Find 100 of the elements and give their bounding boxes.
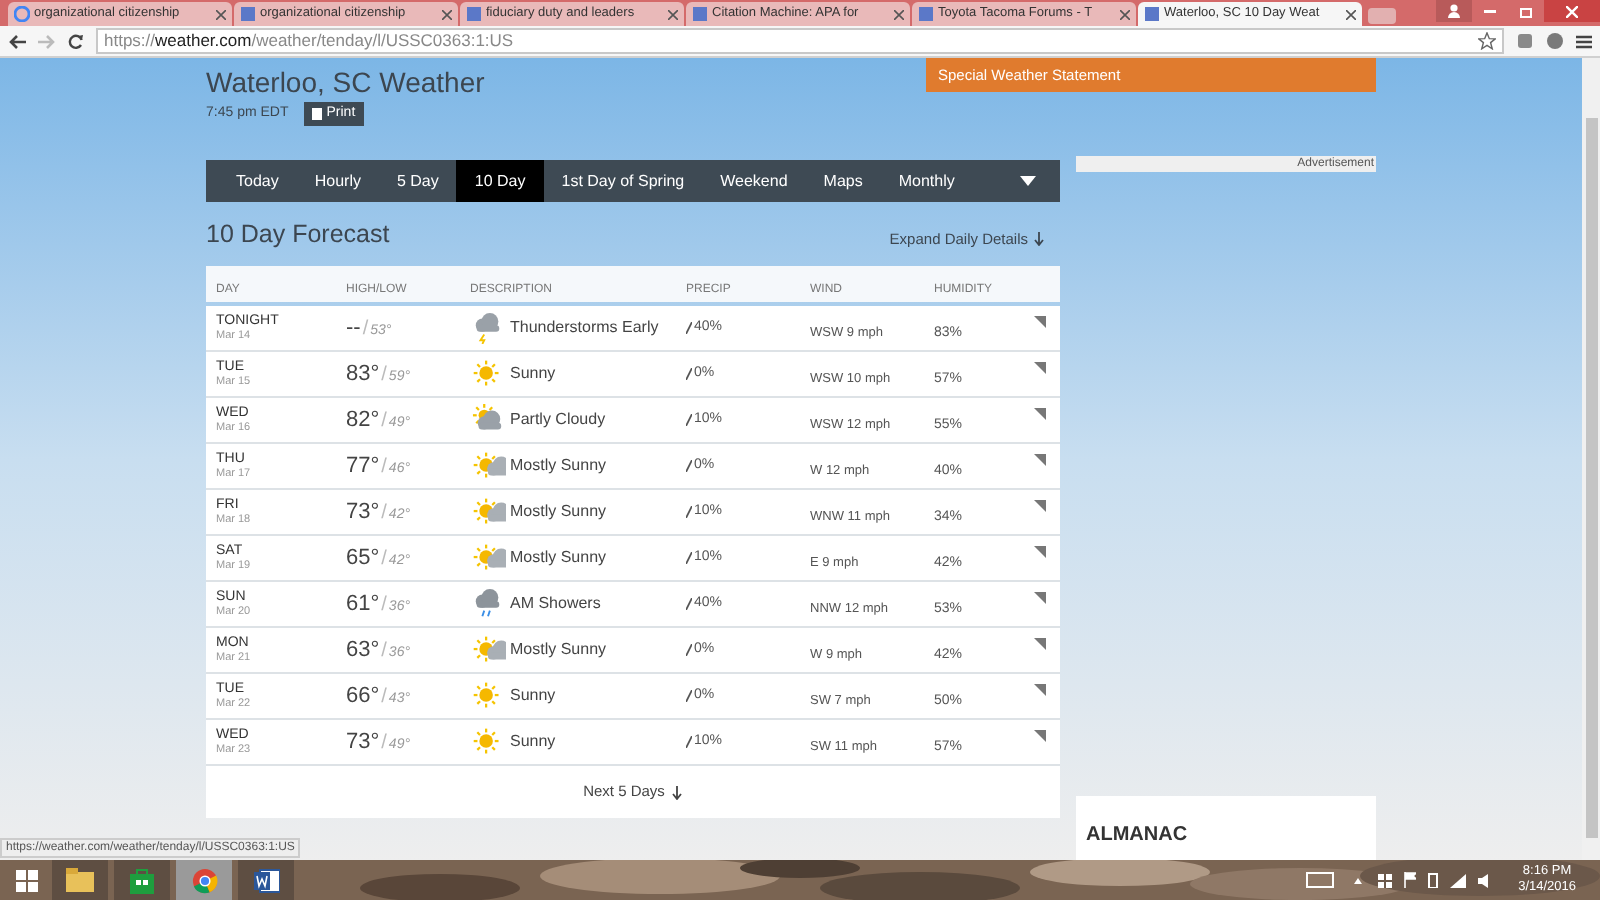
- user-button[interactable]: [1436, 0, 1472, 22]
- description: Mostly Sunny: [510, 454, 607, 478]
- nav-tab[interactable]: 10 Day: [456, 160, 544, 202]
- nav-tab[interactable]: Monthly: [880, 160, 973, 202]
- expand-icon[interactable]: [1034, 546, 1046, 558]
- nav-tab[interactable]: 1st Day of Spring: [543, 160, 703, 202]
- temp-separator: /: [381, 453, 387, 482]
- raindrop-icon: [686, 460, 692, 472]
- high-temp: 82°: [346, 405, 380, 436]
- star-icon[interactable]: [1478, 32, 1496, 50]
- close-icon[interactable]: [1346, 9, 1356, 19]
- section-title: 10 Day Forecast: [206, 218, 390, 250]
- close-icon[interactable]: [894, 9, 904, 19]
- raindrop-icon: [686, 598, 692, 610]
- taskbar-app[interactable]: [114, 860, 170, 900]
- person-icon: [1448, 4, 1460, 18]
- expand-icon[interactable]: [1034, 408, 1046, 420]
- close-icon[interactable]: [668, 9, 678, 19]
- temp-separator: /: [381, 729, 387, 758]
- nav-tab[interactable]: Today: [218, 160, 297, 202]
- reload-icon[interactable]: [68, 33, 84, 49]
- card-title: ALMANAC: [1086, 824, 1188, 846]
- close-icon[interactable]: [1120, 9, 1130, 19]
- dropdown-icon[interactable]: [1020, 176, 1036, 186]
- document-icon: [253, 867, 279, 893]
- page-icon: [240, 6, 256, 22]
- taskbar-app[interactable]: [238, 860, 294, 900]
- expand-icon[interactable]: [1034, 500, 1046, 512]
- url-text: https://weather.com/weather/tenday/l/USSC0363:1:US: [104, 32, 514, 50]
- description: Mostly Sunny: [510, 638, 607, 662]
- high-temp: 73°: [346, 497, 380, 528]
- bag-icon: [130, 867, 154, 893]
- taskbar-app[interactable]: [52, 860, 108, 900]
- minimize-icon: [1484, 9, 1496, 13]
- menu-icon[interactable]: [1576, 33, 1592, 49]
- close-icon[interactable]: [216, 9, 226, 19]
- description: Thunderstorms Early: [510, 316, 659, 340]
- temp-separator: /: [381, 407, 387, 436]
- expand-icon[interactable]: [1034, 730, 1046, 742]
- expand-icon[interactable]: [1034, 638, 1046, 650]
- page-icon: [918, 6, 934, 22]
- description: Sunny: [510, 730, 556, 754]
- temp-separator: /: [381, 545, 387, 574]
- close-icon: [1566, 5, 1578, 17]
- raindrop-icon: [686, 690, 692, 702]
- battery-icon[interactable]: [1428, 872, 1439, 888]
- folder-icon: [66, 868, 94, 892]
- scroll-thumb[interactable]: [1585, 118, 1597, 838]
- raindrop-icon: [686, 736, 692, 748]
- description: Mostly Sunny: [510, 546, 607, 570]
- page-icon: [1144, 6, 1160, 22]
- chrome-icon: [191, 867, 217, 893]
- close-button[interactable]: [1544, 0, 1600, 22]
- google-icon: [14, 6, 30, 22]
- restore-icon: [1519, 5, 1533, 17]
- description: Mostly Sunny: [510, 500, 607, 524]
- high-temp: 66°: [346, 681, 380, 712]
- address-field[interactable]: https://weather.com/weather/tenday/l/USSC0363:1:US: [96, 28, 1504, 54]
- windows-icon[interactable]: [1378, 873, 1393, 887]
- description: Sunny: [510, 362, 556, 386]
- expand-icon[interactable]: [1034, 592, 1046, 604]
- high-temp: 77°: [346, 451, 380, 482]
- high-temp: 63°: [346, 635, 380, 666]
- signal-icon[interactable]: [1450, 873, 1467, 887]
- expand-icon[interactable]: [1034, 684, 1046, 696]
- high-temp: 83°: [346, 359, 380, 390]
- flag-icon[interactable]: [1404, 872, 1417, 888]
- expand-icon[interactable]: [1034, 454, 1046, 466]
- nav-tab[interactable]: 5 Day: [378, 160, 457, 202]
- raindrop-icon: [686, 644, 692, 656]
- raindrop-icon: [686, 552, 692, 564]
- high-temp: 65°: [346, 543, 380, 574]
- description: Partly Cloudy: [510, 408, 606, 432]
- description: Sunny: [510, 684, 556, 708]
- temp-separator: /: [381, 637, 387, 666]
- raindrop-icon: [686, 506, 692, 518]
- description: AM Showers: [510, 592, 601, 616]
- arrow-down-icon: [672, 785, 683, 799]
- windows-icon: [15, 869, 37, 891]
- page-title: Waterloo, SC Weather: [206, 64, 485, 100]
- high-temp: 61°: [346, 589, 380, 620]
- keyboard-icon[interactable]: [1306, 872, 1335, 888]
- temp-separator: /: [381, 361, 387, 390]
- mostly-sunny-weather-icon: [470, 450, 506, 482]
- close-icon[interactable]: [442, 9, 452, 19]
- expand-icon[interactable]: [1034, 316, 1046, 328]
- mostly-sunny-weather-icon: [470, 634, 506, 666]
- document-icon: [312, 108, 323, 120]
- back-icon[interactable]: [8, 33, 26, 49]
- nav-tab[interactable]: Hourly: [296, 160, 379, 202]
- mostly-sunny-weather-icon: [470, 542, 506, 574]
- mostly-sunny-weather-icon: [470, 496, 506, 528]
- nav-tab[interactable]: Maps: [805, 160, 881, 202]
- nav-tab[interactable]: Weekend: [702, 160, 806, 202]
- raindrop-icon: [686, 414, 692, 426]
- expand-icon[interactable]: [1034, 362, 1046, 374]
- page-icon: [692, 6, 708, 22]
- caret-icon[interactable]: [1354, 877, 1363, 883]
- temp-separator: /: [381, 683, 387, 712]
- temp-separator: /: [362, 315, 369, 344]
